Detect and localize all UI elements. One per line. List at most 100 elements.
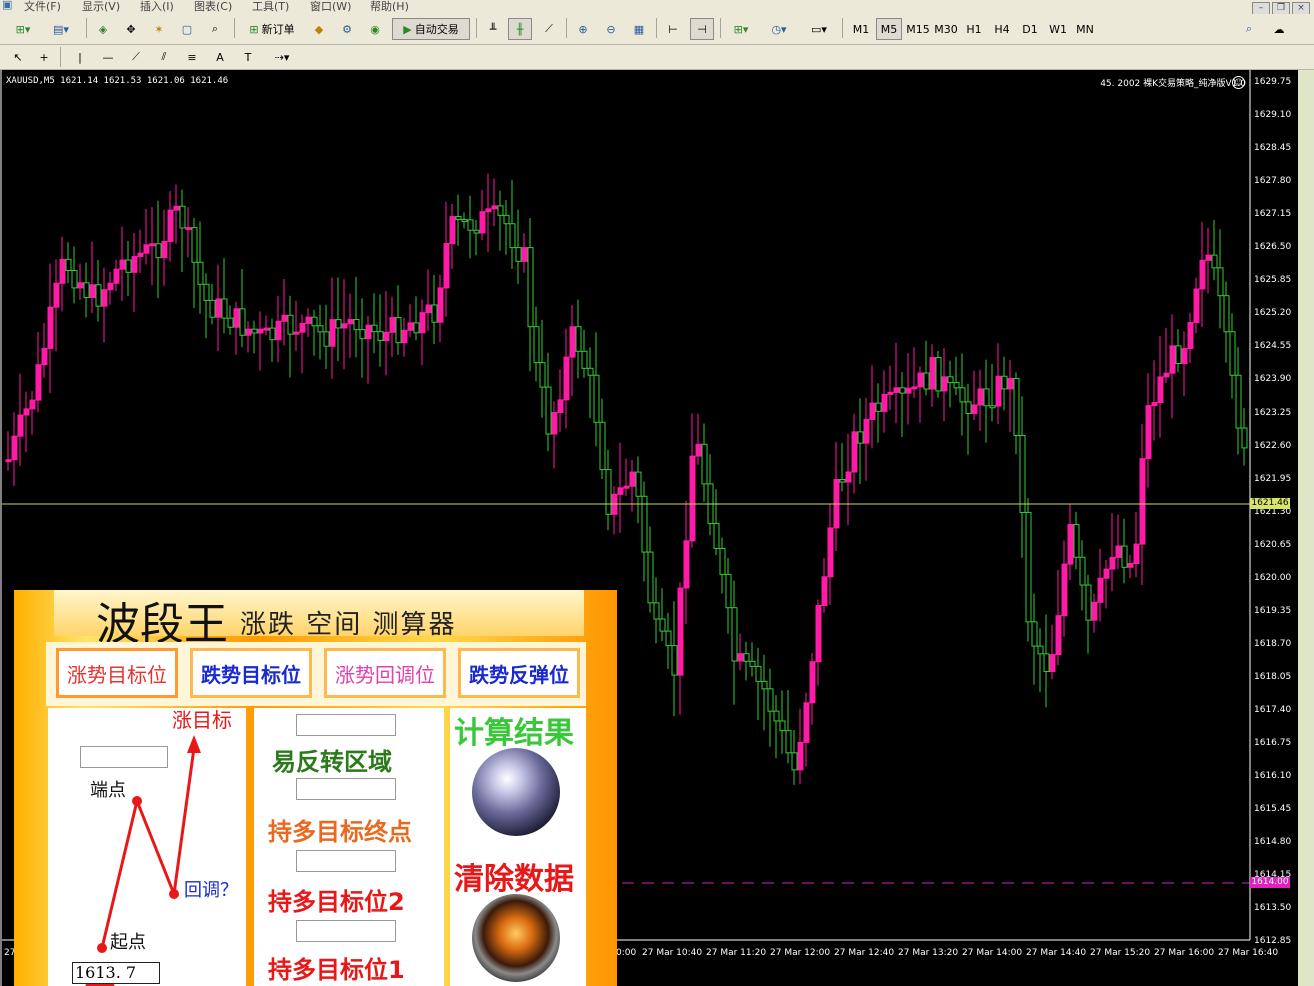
- indicators-icon[interactable]: ⊞▾: [726, 18, 756, 40]
- auto-scroll-icon[interactable]: ⊣: [690, 18, 714, 40]
- candle-body: [899, 387, 906, 394]
- candle-body: [563, 356, 570, 401]
- zoom-in-icon[interactable]: ⊕: [572, 18, 594, 40]
- menu-charts[interactable]: 图表(C): [194, 0, 232, 14]
- arrows-icon[interactable]: ⇢▾: [266, 46, 298, 68]
- tf-mn[interactable]: MN: [1072, 18, 1098, 40]
- candle-body: [149, 243, 156, 247]
- candle-body: [191, 227, 198, 263]
- bar-chart-icon[interactable]: ╨: [482, 18, 504, 40]
- candle-body: [581, 350, 588, 369]
- tf-h1[interactable]: H1: [962, 18, 986, 40]
- search-icon[interactable]: ⌕: [1238, 18, 1260, 40]
- calculate-button[interactable]: [472, 748, 560, 836]
- time-axis-label: 27 Mar 10:40: [642, 948, 703, 958]
- strategy-tester-icon[interactable]: ⌕: [204, 18, 226, 40]
- new-chart-icon[interactable]: ⊞▾: [6, 18, 40, 40]
- endpoint-input[interactable]: [80, 746, 168, 768]
- tab-uptrend-target[interactable]: 涨势目标位: [56, 648, 178, 698]
- new-order-button[interactable]: ⊞ 新订单: [240, 18, 304, 40]
- radio-icon[interactable]: ◉: [364, 18, 386, 40]
- candle-body: [749, 660, 756, 667]
- candle-body: [161, 240, 168, 259]
- app-icon[interactable]: ▣: [2, 0, 12, 11]
- candle-body: [473, 229, 480, 234]
- close-icon[interactable]: ×: [1292, 2, 1310, 14]
- candle-body: [341, 323, 348, 329]
- candle-body: [1019, 434, 1026, 513]
- menu-tools[interactable]: 工具(T): [252, 0, 289, 14]
- tf-m30[interactable]: M30: [932, 18, 960, 40]
- candle-body: [869, 402, 876, 420]
- wave-king-calculator-panel: 波段王 涨跌 空间 测算器 涨势目标位 跌势目标位 涨势回调位 跌势反弹位 涨目…: [14, 590, 617, 986]
- candle-body: [167, 209, 174, 242]
- long-target-2-output[interactable]: [296, 850, 396, 872]
- tile-windows-icon[interactable]: ▦: [628, 18, 650, 40]
- templates-icon[interactable]: ▭▾: [802, 18, 836, 40]
- periods-icon[interactable]: ◷▾: [762, 18, 796, 40]
- candle-body: [23, 408, 30, 416]
- cursor-icon[interactable]: ↖: [8, 46, 28, 68]
- chat-icon[interactable]: ☁: [1266, 18, 1292, 40]
- tab-uptrend-pullback[interactable]: 涨势回调位: [324, 648, 446, 698]
- candlestick-icon[interactable]: ╫: [508, 18, 532, 40]
- candle-body: [377, 331, 384, 342]
- menu-window[interactable]: 窗口(W): [310, 0, 351, 14]
- menu-insert[interactable]: 插入(I): [140, 0, 174, 14]
- time-axis-label: 27 Mar 16:40: [1218, 948, 1279, 958]
- tf-h4[interactable]: H4: [990, 18, 1014, 40]
- menu-help[interactable]: 帮助(H): [370, 0, 409, 14]
- minimize-icon[interactable]: –: [1252, 2, 1270, 14]
- equidistant-channel-icon[interactable]: ⫽: [154, 46, 174, 68]
- start-point-input[interactable]: 1613. 7: [72, 962, 160, 984]
- line-chart-icon[interactable]: ⟋: [538, 18, 560, 40]
- reversal-zone-output[interactable]: [296, 714, 396, 736]
- trendline-icon[interactable]: ⟋: [126, 46, 146, 68]
- restore-icon[interactable]: ❐: [1272, 2, 1290, 14]
- crosshair-icon[interactable]: +: [34, 46, 54, 68]
- market-watch-icon[interactable]: ◈: [92, 18, 114, 40]
- price-axis-label: 1618.70: [1254, 638, 1292, 649]
- candle-body: [419, 312, 426, 334]
- candle-body: [197, 261, 204, 285]
- menu-file[interactable]: 文件(F): [24, 0, 61, 14]
- horizontal-line-icon[interactable]: —: [98, 46, 118, 68]
- auto-trading-button[interactable]: ▶ 自动交易: [392, 18, 470, 40]
- candle-body: [185, 227, 192, 231]
- text-label-icon[interactable]: T: [238, 46, 258, 68]
- signals-icon[interactable]: ⚙: [336, 18, 358, 40]
- candle-body: [617, 487, 624, 495]
- long-target-1-output[interactable]: [296, 920, 396, 942]
- tab-downtrend-rebound[interactable]: 跌势反弹位: [458, 648, 580, 698]
- vertical-line-icon[interactable]: |: [70, 46, 90, 68]
- tf-m1[interactable]: M1: [848, 18, 874, 40]
- long-target-end-output[interactable]: [296, 778, 396, 800]
- menu-view[interactable]: 显示(V): [82, 0, 120, 14]
- zoom-out-icon[interactable]: ⊖: [600, 18, 622, 40]
- candle-body: [107, 282, 114, 291]
- data-window-icon[interactable]: ✥: [120, 18, 142, 40]
- profiles-icon[interactable]: ▤▾: [44, 18, 78, 40]
- tab-downtrend-target[interactable]: 跌势目标位: [190, 648, 312, 698]
- fibonacci-icon[interactable]: ≡: [182, 46, 202, 68]
- candle-body: [659, 618, 666, 632]
- candle-body: [41, 347, 48, 366]
- candle-body: [317, 325, 324, 333]
- candle-body: [1145, 405, 1152, 460]
- clear-button[interactable]: [472, 894, 560, 982]
- chart-shift-icon[interactable]: ⊢: [662, 18, 684, 40]
- text-icon[interactable]: A: [210, 46, 230, 68]
- terminal-icon[interactable]: ▢: [176, 18, 198, 40]
- price-axis-label: 1614.80: [1254, 837, 1292, 848]
- navigator-icon[interactable]: ✶: [148, 18, 170, 40]
- candle-body: [1175, 345, 1182, 365]
- price-axis-label: 1619.35: [1254, 605, 1292, 616]
- metaeditor-icon[interactable]: ◆: [308, 18, 330, 40]
- time-axis-label: 27 Mar 12:00: [770, 948, 831, 958]
- tf-m15[interactable]: M15: [904, 18, 932, 40]
- tf-m5[interactable]: M5: [876, 18, 902, 40]
- tf-w1[interactable]: W1: [1046, 18, 1070, 40]
- candle-body: [179, 205, 186, 229]
- tf-d1[interactable]: D1: [1018, 18, 1042, 40]
- candle-body: [389, 317, 396, 333]
